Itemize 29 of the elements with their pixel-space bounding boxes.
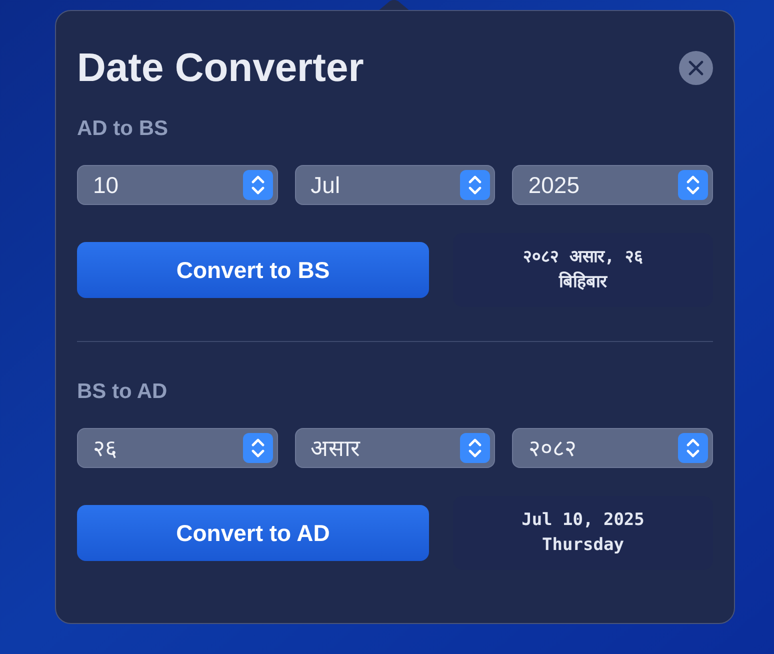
select-field[interactable]: २०८२ — [512, 428, 713, 468]
window-title: Date Converter — [77, 48, 364, 88]
select-field[interactable]: २६ — [77, 428, 278, 468]
convert-button[interactable]: Convert to AD — [77, 505, 429, 561]
result-text: २०८२ असार, २६ — [523, 246, 643, 269]
select-value: असार — [310, 434, 360, 463]
result-text: बिहिबार — [559, 270, 607, 294]
select-field[interactable]: असार — [294, 428, 496, 468]
select-field[interactable]: Jul — [294, 165, 496, 205]
select-value: Jul — [310, 170, 340, 200]
section-heading: BS to AD — [77, 381, 168, 402]
close-icon — [688, 60, 704, 76]
select-value: 10 — [93, 170, 119, 200]
stepper-icon — [242, 433, 273, 463]
select-field[interactable]: 2025 — [512, 165, 713, 205]
select-value: 2025 — [528, 170, 580, 200]
convert-button[interactable]: Convert to BS — [77, 242, 429, 298]
section-heading: AD to BS — [77, 118, 169, 139]
select-field[interactable]: 10 — [77, 165, 278, 205]
stepper-icon — [460, 170, 490, 200]
stepper-icon — [678, 433, 708, 463]
result-text: Thursday — [542, 534, 624, 557]
result-text: Jul 10, 2025 — [522, 509, 644, 532]
stepper-icon — [242, 170, 273, 200]
close-button[interactable] — [679, 51, 713, 85]
stepper-icon — [678, 170, 708, 200]
select-value: २६ — [93, 434, 117, 463]
select-value: २०८२ — [528, 434, 576, 463]
stepper-icon — [460, 433, 490, 463]
